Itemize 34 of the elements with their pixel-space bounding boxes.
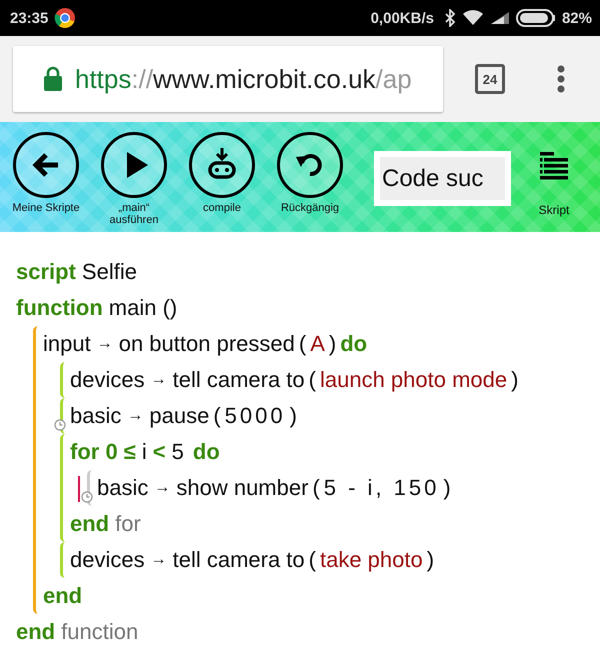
button-label: compile [203,202,241,214]
code-line: basic → pause ( 5000 ) [70,402,295,430]
signal-icon [490,11,510,25]
code-line: end function [16,618,138,646]
list-icon [538,150,570,180]
code-line: devices → tell camera to ( take photo ) [70,546,432,574]
code-line: basic → show number ( 5 - i, 150 ) [97,474,449,502]
toolbar-button[interactable] [13,132,79,198]
network-speed: 0,00KB/s [370,10,434,26]
battery-icon [516,9,556,27]
menu-icon[interactable] [557,65,565,93]
lock-icon [43,66,63,92]
button-label: Skript [538,204,570,216]
code-line: devices → tell camera to ( launch photo mode ) [70,366,516,394]
wifi-icon [462,10,484,26]
tab-count-button[interactable]: 24 [475,64,505,94]
button-label: „main“ ausführen [110,202,158,226]
browser-app-icon [54,7,76,29]
search-field[interactable]: Code suc [374,151,511,206]
address-bar[interactable]: https://www.microbit.co.uk/ap [13,46,443,112]
clock-time: 23:35 [10,10,48,26]
toolbar-button[interactable] [189,132,255,198]
code-line: for 0 ≤ i < 5 do [70,438,220,466]
toolbar-button[interactable] [277,132,343,198]
code-line: end for [70,510,141,538]
code-line: script Selfie [16,258,137,286]
bluetooth-icon [444,9,456,27]
button-label: Rückgängig [280,202,340,214]
code-line: end [43,582,82,610]
toolbar-button[interactable] [101,132,167,198]
battery-percent: 82% [562,10,592,26]
code-line: function main () [16,294,178,322]
button-label: Meine Skripte [12,202,80,214]
code-line: input → on button pressed ( A ) do [43,330,368,358]
